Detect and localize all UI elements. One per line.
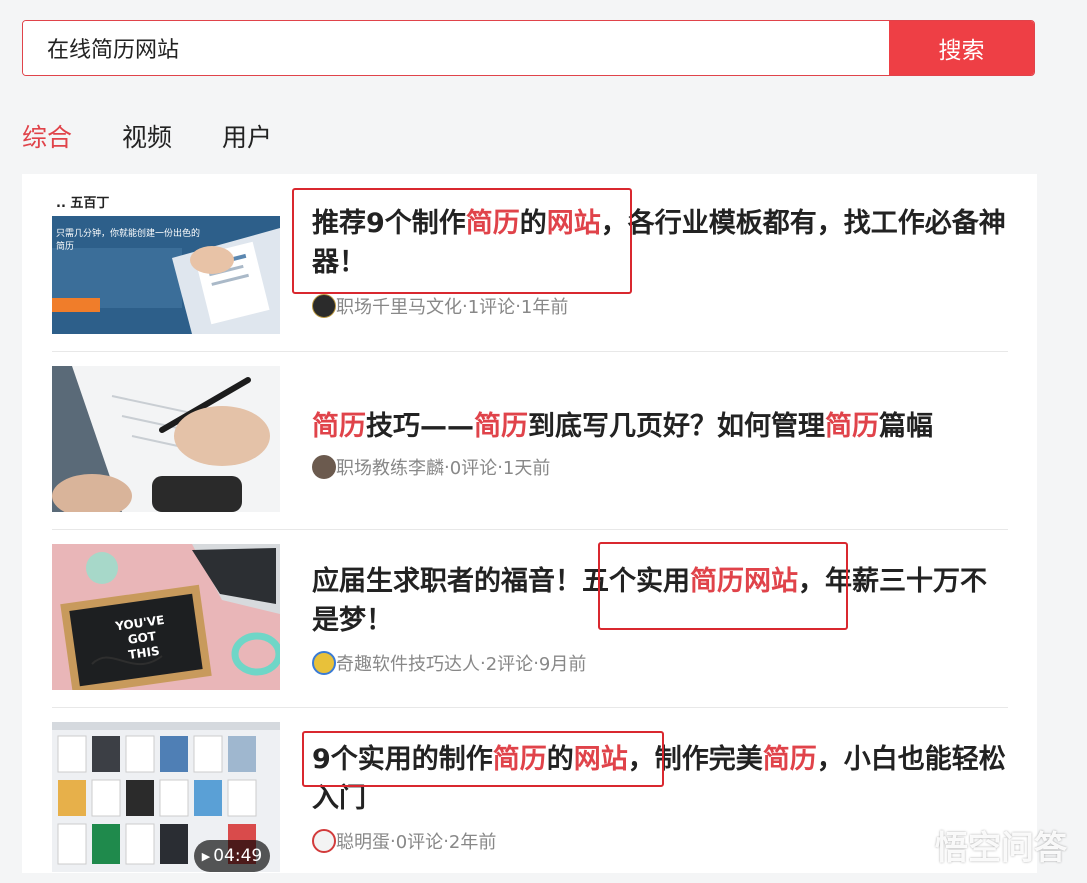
author-name[interactable]: 聪明蛋 [336,828,390,854]
title-highlight: 简历 [492,744,547,775]
avatar[interactable] [312,829,336,853]
result-item[interactable]: 简历技巧——简历到底写几页好？如何管理简历篇幅 职场教练李麟 · 0评论 · 1… [52,352,1008,530]
title-highlight: 网站 [573,744,628,775]
search-button[interactable]: 搜索 [889,21,1034,75]
tab-user[interactable]: 用户 [222,118,272,154]
avatar[interactable] [312,455,336,479]
result-title[interactable]: 9个实用的制作简历的网站，制作完美简历，小白也能轻松入门 [312,740,1012,818]
thumb-logo-text: .. 五百丁 [56,196,110,211]
video-duration-badge: ▶ 04:49 [194,840,270,872]
author-name[interactable]: 职场教练李麟 [336,454,444,480]
tab-video[interactable]: 视频 [122,118,172,154]
result-meta: 奇趣软件技巧达人 · 2评论 · 9月前 [312,650,586,676]
watermark: 悟空问答 [881,821,1067,869]
title-text: 应届生求职者的福音！五个实用 [312,566,690,597]
comment-count: 0评论 [395,832,444,853]
chat-bubble-icon [881,829,926,860]
result-thumbnail[interactable]: .. 五百丁 只需几分钟，你就能创建一份出色的简历 [52,188,280,334]
result-meta: 职场千里马文化 · 1评论 · 1年前 [312,293,568,319]
title-highlight: 网站 [546,208,601,239]
author-name[interactable]: 奇趣软件技巧达人 [336,650,480,676]
avatar[interactable] [312,294,336,318]
post-time: 1天前 [502,458,551,479]
result-title[interactable]: 推荐9个制作简历的网站，各行业模板都有，找工作必备神器！ [312,204,1012,282]
author-name[interactable]: 职场千里马文化 [336,293,462,319]
bottom-strip [0,873,1087,883]
result-item[interactable]: ▶ 04:49 9个实用的制作简历的网站，制作完美简历，小白也能轻松入门 聪明蛋 … [52,708,1008,883]
comment-count: 2评论 [485,654,534,675]
title-highlight: 简历 [762,744,817,775]
result-thumbnail[interactable]: YOU'VE GOT THIS [52,544,280,690]
title-text: 技巧—— [366,411,474,442]
tab-comprehensive[interactable]: 综合 [22,118,72,154]
title-text: 的 [546,744,574,775]
writing-hand-thumbnail [52,366,280,512]
result-thumbnail[interactable]: ▶ 04:49 [52,722,280,872]
result-title[interactable]: 应届生求职者的福音！五个实用简历网站，年薪三十万不是梦！ [312,562,1012,640]
title-highlight: 简历 [825,411,879,442]
chalkboard-text: YOU'VE GOT THIS [114,612,166,662]
watermark-text: 悟空问答 [935,828,1067,867]
post-time: 9月前 [538,654,587,675]
title-highlight: 简历 [465,208,520,239]
result-thumbnail[interactable] [52,366,280,512]
title-text: 篇幅 [879,411,933,442]
thumb-caption: 只需几分钟，你就能创建一份出色的简历 [56,229,201,252]
avatar[interactable] [312,651,336,675]
search-bar: 搜索 [22,20,1035,76]
title-text: 9个实用的制作 [312,744,493,775]
result-item[interactable]: YOU'VE GOT THIS 应届生求职者的福音！五个实用简历网站，年薪三十万… [52,530,1008,708]
title-highlight: 简历网站 [690,566,798,597]
results-list: .. 五百丁 只需几分钟，你就能创建一份出色的简历 推荐9个制作简历的网站，各行… [22,174,1037,883]
play-icon: ▶ [201,849,211,863]
comment-count: 1评论 [467,297,516,318]
title-text: 到底写几页好？如何管理 [528,411,825,442]
title-text: 推荐9个制作 [312,208,466,239]
title-text: 的 [519,208,547,239]
duration-text: 04:49 [213,846,263,866]
search-input[interactable] [23,21,891,75]
post-time: 1年前 [520,297,569,318]
title-highlight: 简历 [474,411,528,442]
result-title[interactable]: 简历技巧——简历到底写几页好？如何管理简历篇幅 [312,407,1032,446]
post-time: 2年前 [448,832,497,853]
comment-count: 0评论 [449,458,498,479]
result-meta: 聪明蛋 · 0评论 · 2年前 [312,828,496,854]
title-text: ，制作完美 [627,744,763,775]
result-meta: 职场教练李麟 · 0评论 · 1天前 [312,454,550,480]
result-item[interactable]: .. 五百丁 只需几分钟，你就能创建一份出色的简历 推荐9个制作简历的网站，各行… [52,174,1008,352]
title-highlight: 简历 [312,411,366,442]
